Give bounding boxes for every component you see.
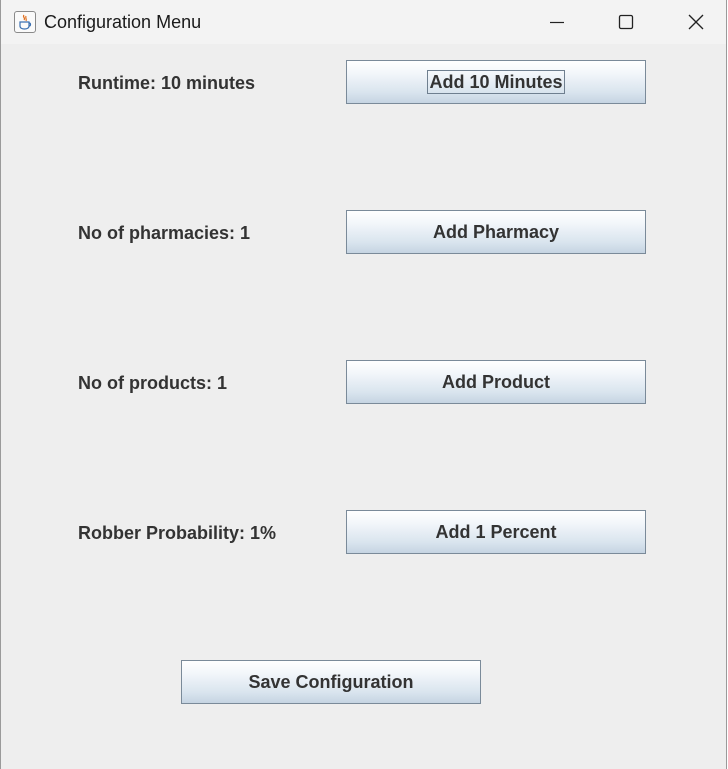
add-product-button[interactable]: Add Product bbox=[346, 360, 646, 404]
configuration-window: Configuration Menu Runtime: 10 minutes A… bbox=[0, 0, 727, 769]
save-configuration-label: Save Configuration bbox=[248, 671, 414, 692]
maximize-button[interactable] bbox=[591, 0, 661, 44]
save-configuration-button[interactable]: Save Configuration bbox=[181, 660, 481, 704]
maximize-icon bbox=[618, 14, 634, 30]
pharmacies-label: No of pharmacies: 1 bbox=[78, 223, 251, 243]
add-10-minutes-label: Add 10 Minutes bbox=[427, 70, 565, 94]
add-product-label: Add Product bbox=[442, 371, 550, 392]
close-button[interactable] bbox=[661, 0, 728, 44]
add-pharmacy-button[interactable]: Add Pharmacy bbox=[346, 210, 646, 254]
runtime-label: Runtime: 10 minutes bbox=[78, 73, 256, 93]
robber-probability-label: Robber Probability: 1% bbox=[78, 523, 277, 543]
minimize-button[interactable] bbox=[522, 0, 592, 44]
close-icon bbox=[688, 14, 704, 30]
minimize-icon bbox=[550, 21, 564, 24]
title-bar[interactable]: Configuration Menu bbox=[1, 0, 726, 44]
products-label: No of products: 1 bbox=[78, 373, 227, 393]
configuration-panel: Runtime: 10 minutes Add 10 Minutes No of… bbox=[1, 44, 726, 769]
add-10-minutes-button[interactable]: Add 10 Minutes bbox=[346, 60, 646, 104]
window-title: Configuration Menu bbox=[44, 12, 202, 32]
java-cup-icon bbox=[14, 11, 36, 33]
add-1-percent-label: Add 1 Percent bbox=[435, 521, 557, 542]
add-pharmacy-label: Add Pharmacy bbox=[432, 221, 560, 242]
add-1-percent-button[interactable]: Add 1 Percent bbox=[346, 510, 646, 554]
